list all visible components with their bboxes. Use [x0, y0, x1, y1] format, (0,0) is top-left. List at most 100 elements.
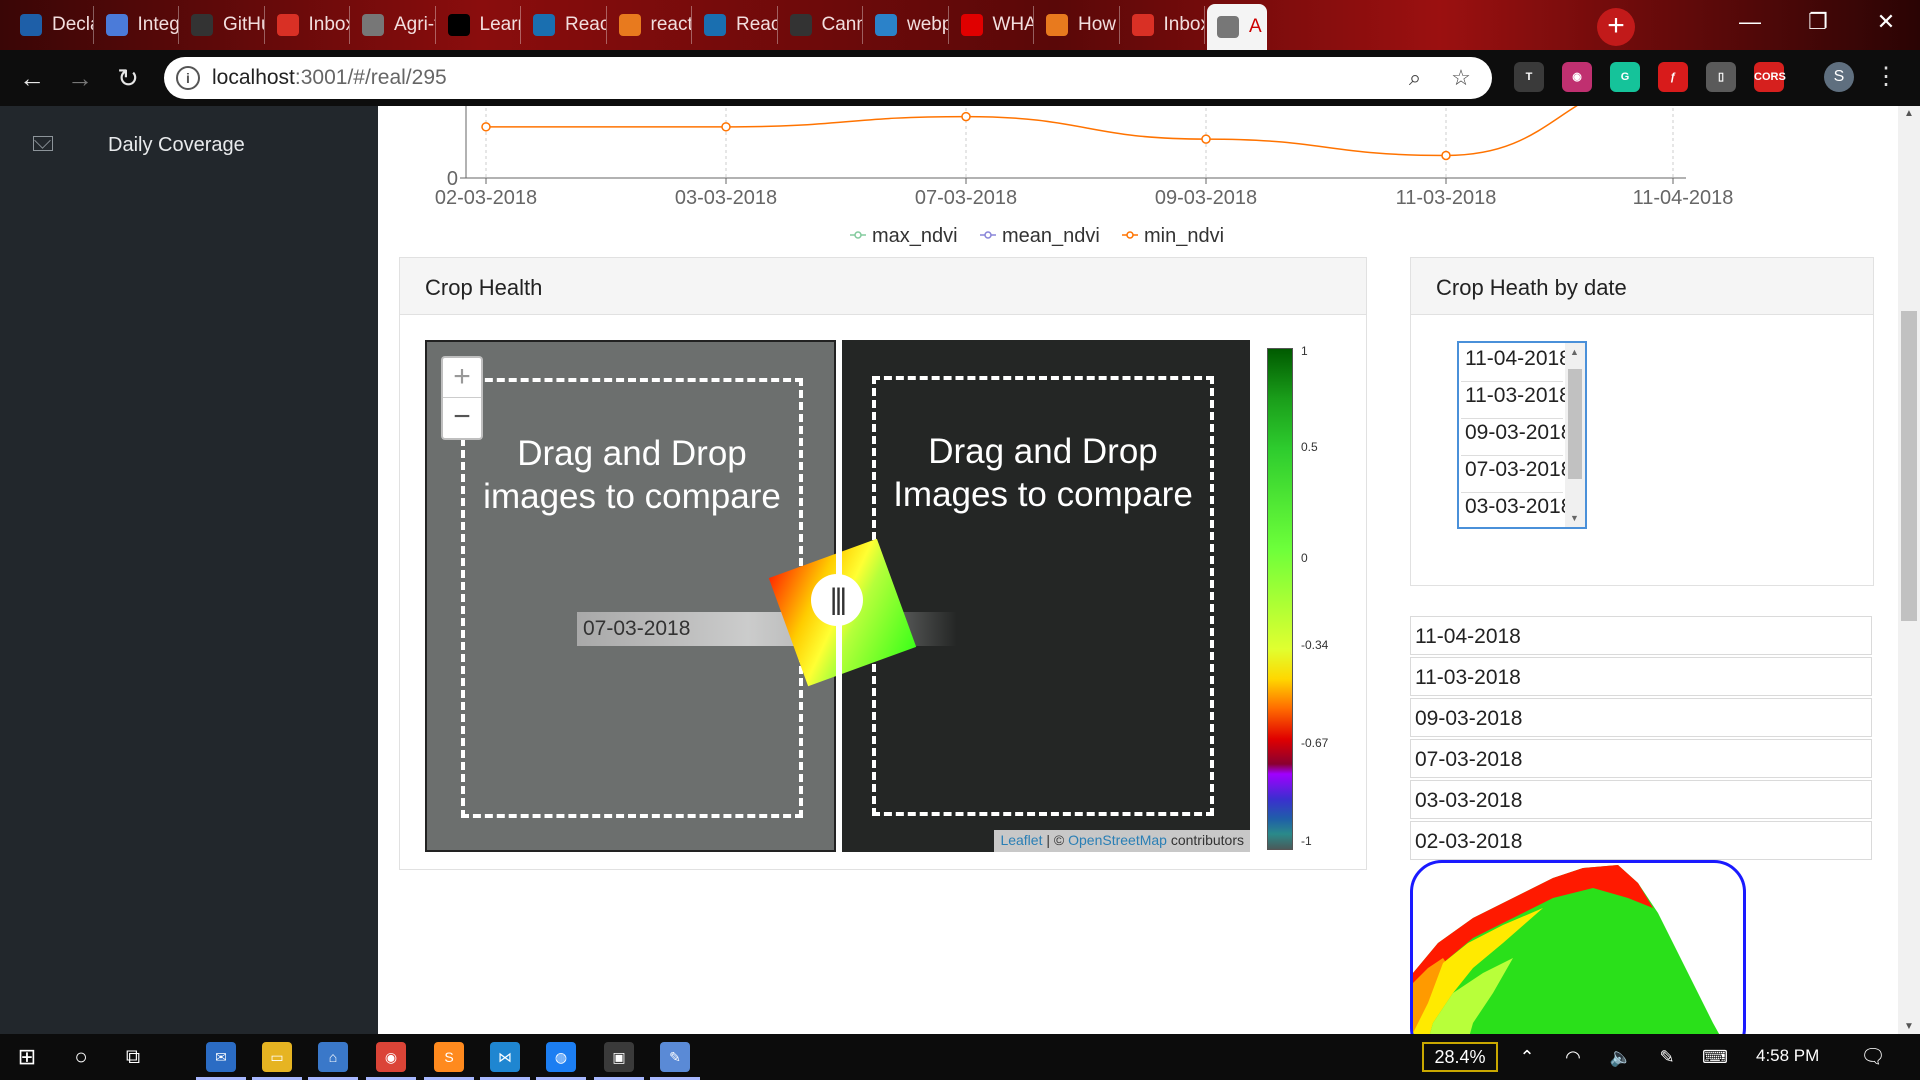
ndvi-thumbnail[interactable] — [1410, 860, 1746, 1034]
date-list-item[interactable]: 11-04-2018 — [1410, 616, 1872, 655]
restore-icon[interactable]: ❐ — [1784, 0, 1852, 44]
extension-icon[interactable]: ▯ — [1706, 62, 1736, 92]
image-compare-map[interactable]: Drag and Drop images to compare + − Drag… — [425, 340, 1345, 852]
select-option[interactable]: 09-03-2018 — [1465, 421, 1565, 445]
browser-tab[interactable]: WHAT — [951, 6, 1034, 44]
browser-tab[interactable]: Inbox — [1122, 6, 1205, 44]
vscode-icon[interactable]: ⋈ — [490, 1042, 520, 1072]
osm-link[interactable]: OpenStreetMap — [1068, 832, 1167, 848]
wifi-icon[interactable]: ◠ — [1558, 1042, 1588, 1072]
terminal-icon[interactable]: ▣ — [604, 1042, 634, 1072]
page-scroll-thumb[interactable] — [1901, 311, 1917, 621]
sublime-icon[interactable]: S — [434, 1042, 464, 1072]
volume-icon[interactable]: 🔈 — [1606, 1042, 1636, 1072]
date-list-item[interactable]: 02-03-2018 — [1410, 821, 1872, 860]
bookmark-star-icon[interactable]: ☆ — [1446, 63, 1476, 93]
leaflet-link[interactable]: Leaflet — [1000, 832, 1042, 848]
keyboard-icon[interactable]: ⌨ — [1700, 1042, 1730, 1072]
new-tab-button[interactable]: + — [1597, 8, 1635, 46]
ndvi-line-chart: 0.085002-03-201803-03-201807-03-201809-0… — [435, 106, 1733, 247]
site-info-icon[interactable]: i — [176, 66, 200, 90]
scroll-down-icon[interactable]: ▼ — [1570, 513, 1579, 523]
browser-tab[interactable]: Learn — [438, 6, 521, 44]
system-clock[interactable]: 4:58 PM — [1756, 1046, 1819, 1066]
scroll-up-icon[interactable]: ▲ — [1904, 108, 1914, 119]
mail-icon[interactable]: ✉ — [206, 1042, 236, 1072]
extension-icon[interactable]: CORS — [1754, 62, 1786, 92]
compare-slider-handle[interactable]: ||| — [811, 574, 863, 626]
zoom-out-button[interactable]: − — [443, 398, 481, 438]
browser-tab[interactable]: webp — [865, 6, 949, 44]
notification-icon[interactable]: 🗨 — [1858, 1042, 1888, 1072]
min-ndvi-data-point[interactable] — [1441, 150, 1451, 161]
select-scroll-thumb[interactable] — [1568, 369, 1582, 479]
browser-tab[interactable]: A — [1207, 4, 1267, 50]
right-map-pane[interactable]: Drag and Drop Images to compare Leaflet … — [842, 340, 1250, 852]
extension-icon[interactable]: ƒ — [1658, 62, 1688, 92]
select-option[interactable]: 11-03-2018 — [1465, 384, 1565, 408]
webpack-icon — [875, 14, 897, 36]
left-drop-line-1: Drag and Drop — [517, 434, 747, 473]
browser-tab[interactable]: Integ — [96, 6, 179, 44]
network-icon[interactable]: ⌂ — [318, 1042, 348, 1072]
legend-label: mean_ndvi — [1002, 225, 1100, 247]
right-drop-zone[interactable]: Drag and Drop Images to compare — [872, 376, 1214, 816]
browser-tab[interactable]: How — [1036, 6, 1120, 44]
browser-tab[interactable]: React — [694, 6, 778, 44]
chrome-icon[interactable]: ◉ — [376, 1042, 406, 1072]
date-list-item[interactable]: 09-03-2018 — [1410, 698, 1872, 737]
zoom-search-icon[interactable]: ⌕ — [1400, 63, 1430, 93]
url-text[interactable]: localhost:3001/#/real/295 — [212, 66, 447, 90]
file-explorer-icon[interactable]: ▭ — [262, 1042, 292, 1072]
battery-indicator[interactable]: 28.4% — [1422, 1042, 1498, 1072]
x-tick-label: 07-03-2018 — [915, 187, 1017, 209]
browser-tab[interactable]: reactj — [609, 6, 692, 44]
page-scrollbar[interactable]: ▲ ▼ — [1898, 106, 1920, 1034]
scale-tick-label: 1 — [1301, 344, 1308, 358]
menu-kebab-icon[interactable]: ⋮ — [1874, 62, 1898, 91]
address-bar[interactable]: i localhost:3001/#/real/295 ⌕ ☆ — [164, 57, 1492, 99]
cortana-icon[interactable]: ○ — [66, 1042, 96, 1072]
select-option[interactable]: 07-03-2018 — [1465, 458, 1565, 482]
left-drop-zone[interactable]: Drag and Drop images to compare — [461, 378, 803, 818]
minimize-icon[interactable]: — — [1716, 0, 1784, 44]
date-list-item[interactable]: 11-03-2018 — [1410, 657, 1872, 696]
forward-icon[interactable]: → — [62, 60, 98, 96]
date-list-item[interactable]: 07-03-2018 — [1410, 739, 1872, 778]
extension-icon[interactable]: ◉ — [1562, 62, 1592, 92]
browser-tab[interactable]: GitHu — [181, 6, 265, 44]
back-icon[interactable]: ← — [14, 60, 50, 96]
sidebar-item-daily-coverage[interactable]: Daily Coverage — [0, 126, 378, 166]
option-divider — [1461, 492, 1563, 493]
windows-start-icon[interactable]: ⊞ — [12, 1042, 42, 1072]
option-divider — [1461, 455, 1563, 456]
extension-icon[interactable]: G — [1610, 62, 1640, 92]
zoom-in-button[interactable]: + — [443, 358, 481, 398]
scroll-down-icon[interactable]: ▼ — [1904, 1021, 1914, 1032]
profile-avatar[interactable]: S — [1824, 62, 1854, 92]
scroll-up-icon[interactable]: ▲ — [1570, 347, 1579, 357]
select-option[interactable]: 11-04-2018 — [1465, 347, 1565, 371]
tab-title: Inbox — [1163, 14, 1205, 35]
pen-icon[interactable]: ✎ — [1652, 1042, 1682, 1072]
date-select-list[interactable]: 11-04-2018 11-03-2018 09-03-2018 07-03-2018… — [1457, 341, 1587, 529]
select-scrollbar[interactable]: ▲ ▼ — [1565, 343, 1585, 527]
reload-icon[interactable]: ↻ — [110, 60, 146, 96]
browser-tab[interactable]: Inbox — [267, 6, 350, 44]
browser-tab[interactable]: Canno — [780, 6, 863, 44]
task-view-icon[interactable]: ⧉ — [118, 1042, 148, 1072]
min-ndvi-data-point[interactable] — [721, 122, 731, 132]
browser-tab[interactable]: Agri-t — [352, 6, 436, 44]
close-window-icon[interactable]: ✕ — [1852, 0, 1920, 44]
chevron-up-icon[interactable]: ⌃ — [1512, 1042, 1542, 1072]
select-option[interactable]: 03-03-2018 — [1465, 495, 1565, 519]
min-ndvi-data-point[interactable] — [1201, 134, 1211, 144]
paint-icon[interactable]: ✎ — [660, 1042, 690, 1072]
browser-tab[interactable]: React — [523, 6, 607, 44]
min-ndvi-data-point[interactable] — [961, 111, 971, 122]
date-list-item[interactable]: 03-03-2018 — [1410, 780, 1872, 819]
messenger-icon[interactable]: ◍ — [546, 1042, 576, 1072]
browser-tab[interactable]: Decla — [10, 6, 94, 44]
extension-icon[interactable]: T — [1514, 62, 1544, 92]
min-ndvi-data-point[interactable] — [481, 122, 491, 132]
